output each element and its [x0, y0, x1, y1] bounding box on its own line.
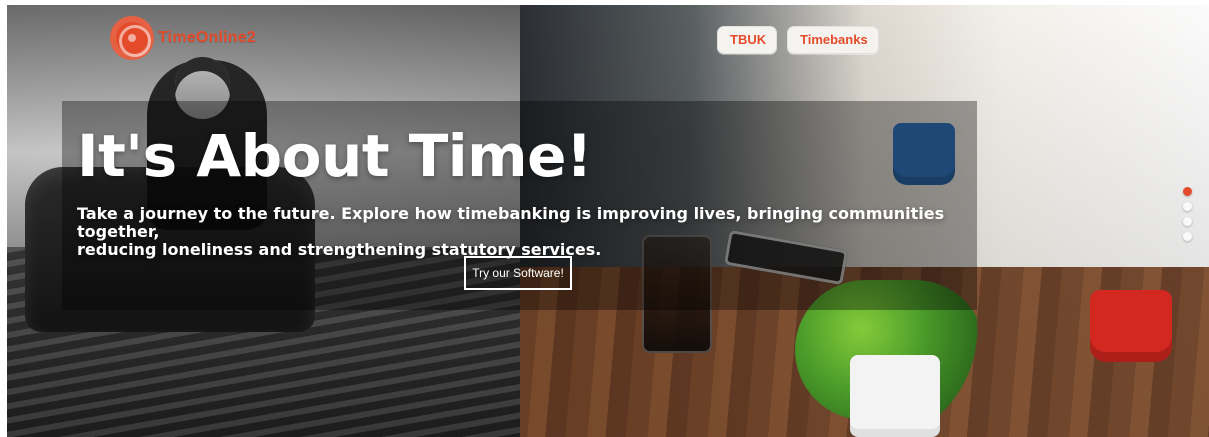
nav-timebanks-button[interactable]: Timebanks — [787, 26, 879, 54]
try-software-button[interactable]: Try our Software! — [464, 256, 572, 290]
slider-dots — [1183, 187, 1195, 247]
slider-dot-1[interactable] — [1183, 187, 1192, 196]
hero-subheadline: Take a journey to the future. Explore ho… — [77, 205, 977, 259]
hero-subheadline-line-1: Take a journey to the future. Explore ho… — [77, 204, 945, 241]
slider-dot-4[interactable] — [1183, 232, 1192, 241]
brand-name: TimeOnline2 — [158, 29, 256, 46]
nav-tbuk-button[interactable]: TBUK — [717, 26, 777, 54]
brand[interactable]: TimeOnline2 — [110, 14, 256, 62]
hero-banner: TimeOnline2 TBUK Timebanks It's About Ti… — [7, 5, 1209, 437]
red-cup — [1090, 290, 1172, 362]
slider-dot-3[interactable] — [1183, 217, 1192, 226]
plant-pot — [850, 355, 940, 437]
slider-dot-2[interactable] — [1183, 202, 1192, 211]
hero-headline: It's About Time! — [77, 122, 592, 190]
top-nav: TBUK Timebanks — [717, 26, 879, 54]
timeonline2-logo-icon — [110, 16, 154, 60]
